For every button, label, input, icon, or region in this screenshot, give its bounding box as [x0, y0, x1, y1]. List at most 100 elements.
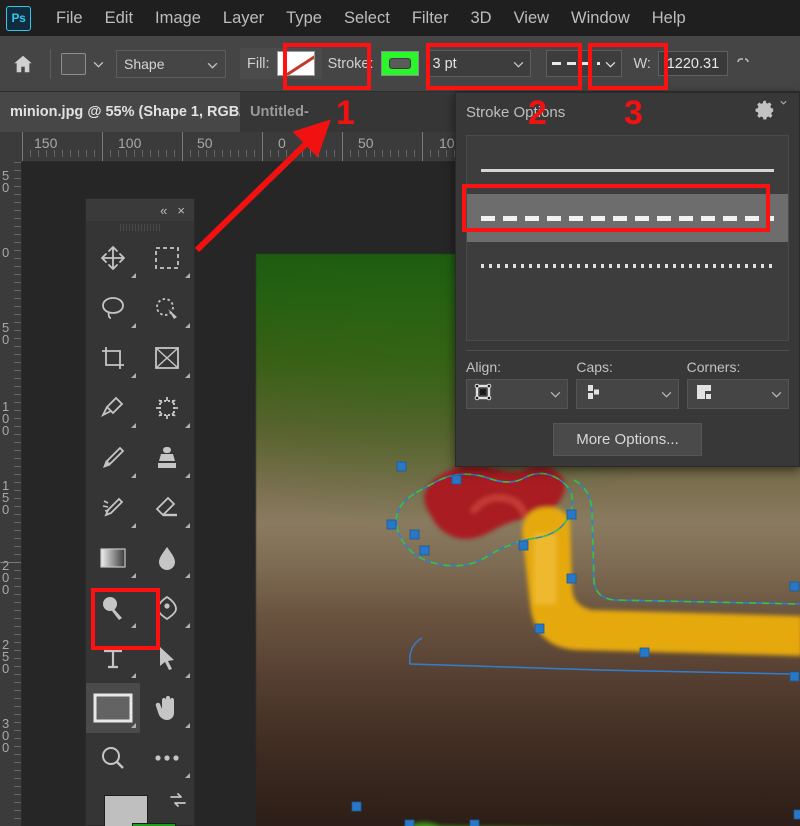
stroke-width-dropdown[interactable]: 3 pt	[426, 50, 531, 77]
hand-tool[interactable]	[140, 683, 194, 733]
fill-label: Fill:	[247, 56, 270, 72]
tool-mode-value: Shape	[124, 56, 164, 72]
history-brush-tool[interactable]	[86, 483, 140, 533]
more-tools[interactable]	[140, 733, 194, 783]
chevron-down-icon	[207, 56, 218, 72]
menu-edit[interactable]: Edit	[94, 0, 144, 36]
eyedropper-tool[interactable]	[86, 383, 140, 433]
menu-layer[interactable]: Layer	[212, 0, 275, 36]
chevron-down-icon	[771, 385, 782, 403]
tab-untitled[interactable]: Untitled-	[240, 92, 319, 132]
corners-label: Corners:	[687, 359, 789, 375]
align-center-stroke-icon	[473, 382, 493, 407]
ruler-tick-label: 250	[2, 639, 16, 675]
width-input[interactable]: 1220.31	[658, 51, 728, 76]
chevron-down-icon	[550, 385, 561, 403]
clone-stamp-tool[interactable]	[140, 433, 194, 483]
dashed-line-icon	[481, 216, 774, 221]
rectangle-tool[interactable]	[86, 683, 140, 733]
menu-help[interactable]: Help	[641, 0, 697, 36]
fill-control[interactable]: Fill:	[240, 48, 322, 79]
link-dimensions-icon[interactable]	[735, 54, 751, 74]
chevron-down-icon	[661, 385, 672, 403]
stroke-options-panel: Stroke Options Align:	[455, 92, 800, 467]
stroke-options-header: Stroke Options	[456, 93, 799, 131]
tab-title: Untitled-	[250, 104, 309, 120]
ruler-corner	[0, 132, 22, 162]
more-options-button[interactable]: More Options...	[553, 423, 702, 456]
rectangle-shape-icon	[61, 53, 86, 75]
stroke-color-swatch[interactable]	[381, 51, 419, 76]
solid-line-icon	[481, 169, 774, 172]
options-bar: Shape Fill: Stroke: 3 pt	[0, 36, 800, 92]
close-icon[interactable]: ×	[177, 203, 185, 218]
quick-selection-tool[interactable]	[140, 283, 194, 333]
path-selection-tool[interactable]	[140, 633, 194, 683]
color-swatches	[86, 789, 194, 826]
dashed-line-icon	[552, 62, 600, 65]
vertical-ruler[interactable]: 50 0 50 100 150 200 250 300	[0, 162, 22, 826]
home-icon[interactable]	[0, 36, 46, 92]
healing-brush-tool[interactable]	[140, 383, 194, 433]
corners-dropdown[interactable]	[687, 379, 789, 409]
stroke-control: Stroke: 3 pt	[328, 50, 622, 77]
ruler-tick-label: 50	[2, 170, 16, 194]
menu-bar: Ps File Edit Image Layer Type Select Fil…	[0, 0, 800, 36]
brush-tool[interactable]	[86, 433, 140, 483]
menu-image[interactable]: Image	[144, 0, 212, 36]
caps-dropdown[interactable]	[576, 379, 678, 409]
stroke-accessory-row: Align: Caps:	[456, 351, 799, 409]
tools-panel-header: « ×	[86, 199, 194, 221]
chevron-down-icon	[513, 56, 524, 72]
photoshop-logo: Ps	[6, 6, 31, 31]
panel-title: Stroke Options	[466, 104, 565, 121]
eraser-tool[interactable]	[140, 483, 194, 533]
type-tool[interactable]	[86, 633, 140, 683]
dotted-line-preset[interactable]	[467, 242, 788, 290]
stroke-dash-dropdown[interactable]	[546, 50, 622, 77]
align-dropdown[interactable]	[466, 379, 568, 409]
menu-filter[interactable]: Filter	[401, 0, 460, 36]
stroke-presets-list	[466, 135, 789, 341]
fill-swatch-none[interactable]	[277, 51, 315, 76]
stroke-width-value: 3 pt	[433, 56, 457, 72]
foreground-color-swatch[interactable]	[104, 795, 148, 826]
menu-type[interactable]: Type	[275, 0, 333, 36]
panel-grip	[86, 221, 194, 233]
gradient-tool[interactable]	[86, 533, 140, 583]
corners-group: Corners:	[687, 359, 789, 409]
dashed-line-preset[interactable]	[467, 194, 788, 242]
menu-window[interactable]: Window	[560, 0, 641, 36]
width-label: W:	[634, 56, 651, 72]
chevron-down-icon	[605, 55, 616, 73]
solid-line-preset[interactable]	[467, 146, 788, 194]
ruler-tick-label: 50	[197, 135, 213, 151]
tool-mode-dropdown[interactable]: Shape	[116, 50, 226, 78]
ruler-tick-label: 0	[278, 135, 286, 151]
blur-tool[interactable]	[140, 533, 194, 583]
menu-file[interactable]: File	[45, 0, 94, 36]
menu-view[interactable]: View	[503, 0, 560, 36]
chevron-down-icon[interactable]	[93, 55, 104, 73]
align-label: Align:	[466, 359, 568, 375]
marquee-tool[interactable]	[140, 233, 194, 283]
pen-tool[interactable]	[140, 583, 194, 633]
collapse-icon[interactable]: «	[160, 203, 167, 218]
butt-cap-icon	[583, 382, 603, 407]
gear-icon[interactable]	[755, 100, 787, 125]
lasso-tool[interactable]	[86, 283, 140, 333]
divider-1	[50, 49, 51, 79]
move-tool[interactable]	[86, 233, 140, 283]
ruler-tick-label: 300	[2, 718, 16, 754]
frame-tool[interactable]	[140, 333, 194, 383]
crop-tool[interactable]	[86, 333, 140, 383]
menu-3d[interactable]: 3D	[459, 0, 502, 36]
miter-corner-icon	[694, 382, 714, 407]
menu-select[interactable]: Select	[333, 0, 401, 36]
shape-tool-preset[interactable]	[55, 53, 110, 75]
zoom-tool[interactable]	[86, 733, 140, 783]
swap-colors-icon[interactable]	[168, 791, 188, 814]
stroke-label: Stroke:	[328, 56, 374, 72]
dodge-tool[interactable]	[86, 583, 140, 633]
photoshop-window: Ps File Edit Image Layer Type Select Fil…	[0, 0, 800, 826]
